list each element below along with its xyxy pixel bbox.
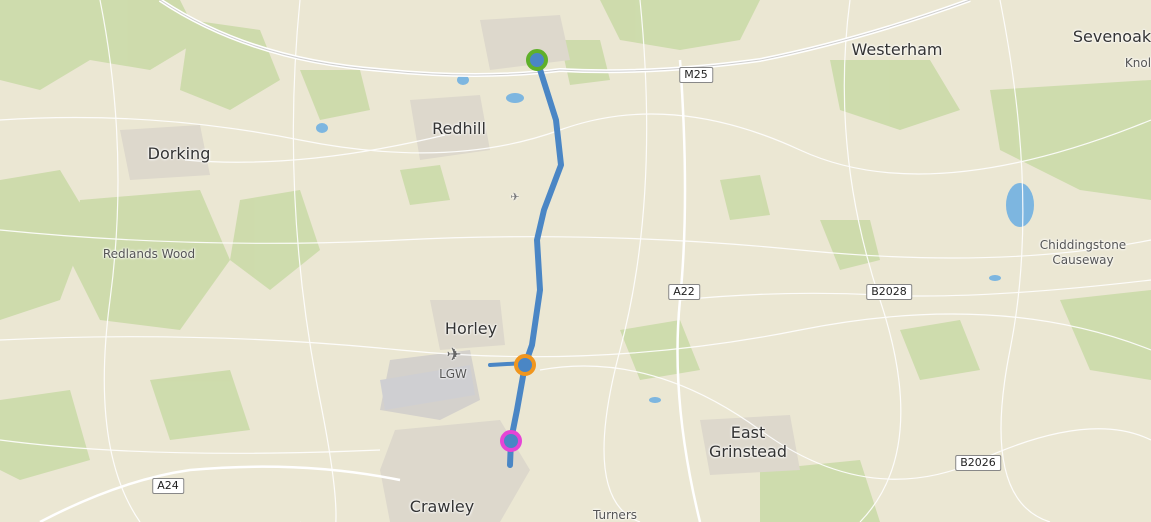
road-shield-b2028: B2028	[866, 284, 912, 300]
place-label-redhill: Redhill	[432, 118, 486, 138]
route-end-marker[interactable]	[500, 430, 522, 452]
airplane-icon: ✈	[446, 344, 462, 366]
road-shield-b2026: B2026	[955, 455, 1001, 471]
place-label-grinstead: Grinstead	[709, 441, 787, 461]
road-shield-a22: A22	[668, 284, 700, 300]
place-label-causeway: Causeway	[1052, 253, 1114, 268]
map-canvas[interactable]: Westerham Sevenoak Knol Redhill Dorking …	[0, 0, 1151, 522]
place-label-turners: Turners	[592, 508, 638, 522]
road-shield-a24: A24	[152, 478, 184, 494]
route-line	[507, 57, 564, 468]
airport-code-label: LGW	[439, 367, 467, 381]
place-label-chiddingstone: Chiddingstone	[1039, 238, 1127, 253]
road-shield-m25: M25	[679, 67, 713, 83]
place-label-dorking: Dorking	[147, 143, 211, 163]
place-label-redlands-wood: Redlands Wood	[102, 247, 196, 262]
place-label-westerham: Westerham	[851, 39, 943, 59]
route-waypoint-marker[interactable]	[514, 354, 536, 376]
route-start-marker[interactable]	[526, 49, 548, 71]
place-label-east: East	[730, 422, 766, 442]
place-label-horley: Horley	[444, 318, 498, 338]
airfield-icon: ✈	[510, 190, 520, 204]
place-label-crawley: Crawley	[409, 496, 475, 516]
place-label-sevenoaks: Sevenoak	[1072, 26, 1151, 46]
place-label-knol: Knol	[1124, 56, 1151, 71]
